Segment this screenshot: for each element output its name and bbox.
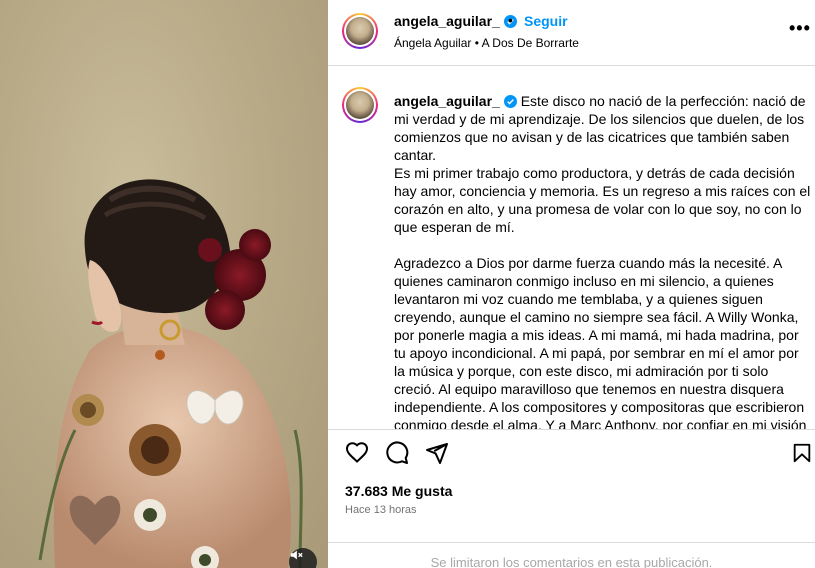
caption-paragraph-3: Agradezco a Dios por darme fuerza cuando…: [394, 255, 807, 429]
bookmark-icon: [793, 443, 811, 463]
share-button[interactable]: [424, 440, 450, 466]
comment-button[interactable]: [384, 440, 410, 466]
caption-section: angela_aguilar_ Este disco no nació de l…: [328, 67, 815, 429]
like-button[interactable]: [344, 440, 370, 466]
header-username[interactable]: angela_aguilar_: [394, 13, 517, 29]
comment-icon: [386, 441, 409, 464]
comments-limited-note: Se limitaron los comentarios en esta pub…: [328, 542, 815, 568]
post-header: angela_aguilar_ • Seguir Ángela Aguilar …: [328, 0, 815, 66]
post-timestamp[interactable]: Hace 13 horas: [345, 504, 417, 516]
album-artwork: [38, 179, 303, 568]
actions-bar: 37.683 Me gusta Hace 13 horas Se limitar…: [328, 429, 815, 568]
follow-button[interactable]: Seguir: [524, 13, 568, 29]
more-options-button[interactable]: •••: [789, 18, 811, 39]
avatar[interactable]: [342, 13, 378, 49]
audio-subtitle[interactable]: Ángela Aguilar • A Dos De Borrarte: [394, 36, 579, 50]
save-button[interactable]: [789, 440, 815, 466]
header-separator: •: [508, 12, 513, 28]
post-media[interactable]: [0, 0, 328, 568]
post-panel: angela_aguilar_ • Seguir Ángela Aguilar …: [328, 0, 815, 568]
heart-icon: [345, 442, 369, 463]
send-icon: [426, 443, 448, 464]
caption-text: angela_aguilar_ Este disco no nació de l…: [394, 92, 812, 429]
caption-username[interactable]: angela_aguilar_: [394, 93, 517, 109]
mute-button[interactable]: [289, 548, 317, 568]
speaker-muted-icon: [290, 550, 303, 560]
verified-badge-icon: [503, 95, 517, 108]
username-text[interactable]: angela_aguilar_: [394, 13, 500, 29]
like-count[interactable]: 37.683 Me gusta: [345, 483, 452, 499]
caption-avatar[interactable]: [342, 87, 378, 123]
caption-paragraph-2: Es mi primer trabajo como productora, y …: [394, 165, 811, 235]
